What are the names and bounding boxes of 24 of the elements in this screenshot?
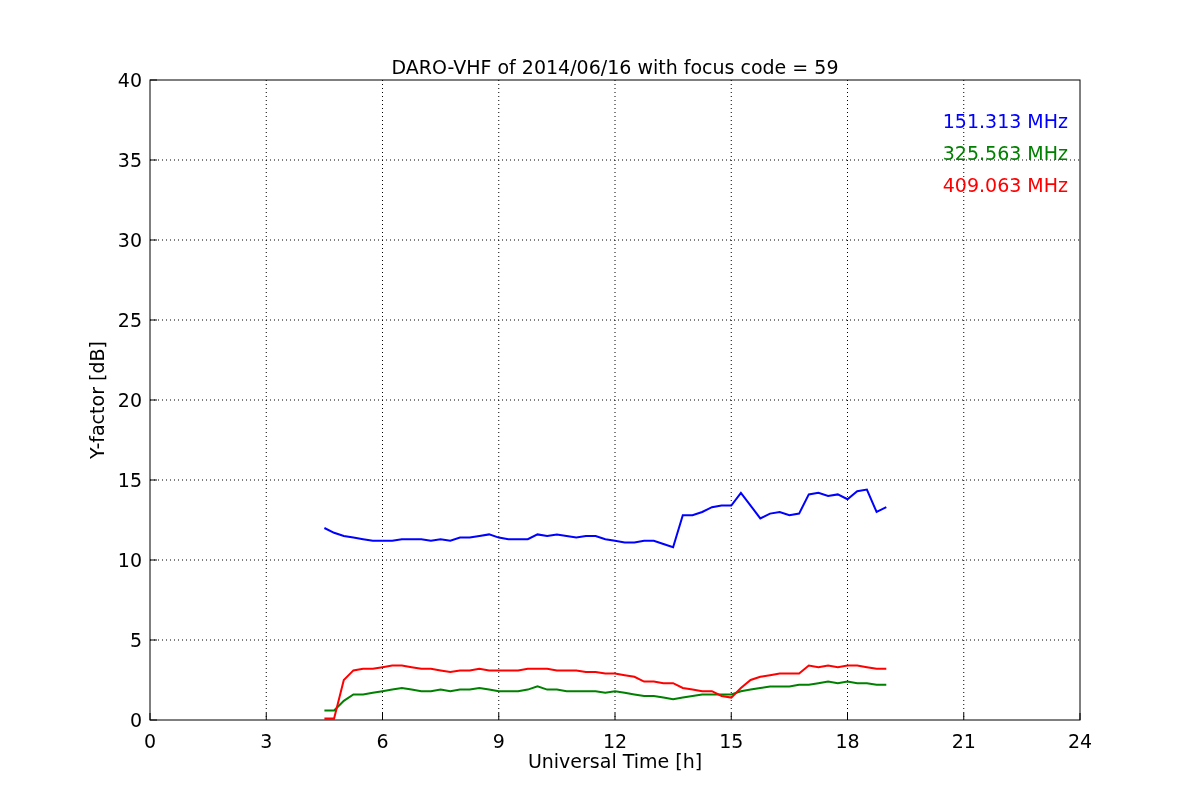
y-tick-label: 20 <box>117 389 142 411</box>
y-axis-label: Y-factor [dB] <box>86 341 108 459</box>
y-tick-label: 15 <box>117 469 142 491</box>
x-tick-label: 24 <box>1067 730 1093 752</box>
y-tick-label: 30 <box>117 229 142 251</box>
legend-label: 409.063 MHz <box>942 174 1068 196</box>
x-axis-label: Universal Time [h] <box>527 750 703 772</box>
x-tick-label: 6 <box>376 730 389 752</box>
x-tick-label: 3 <box>260 730 273 752</box>
x-tick-label: 18 <box>835 730 860 752</box>
y-tick-label: 40 <box>117 69 142 91</box>
x-tick-label: 0 <box>143 730 157 752</box>
x-tick-label: 15 <box>719 730 744 752</box>
y-tick-label: 35 <box>117 149 142 171</box>
y-tick-label: 5 <box>129 629 142 651</box>
y-tick-label: 0 <box>129 709 142 731</box>
legend-label: 151.313 MHz <box>942 110 1068 132</box>
x-tick-label: 12 <box>602 730 628 752</box>
y-tick-label: 25 <box>117 309 142 331</box>
legend-label: 325.563 MHz <box>942 142 1068 164</box>
x-tick-label: 9 <box>492 730 505 752</box>
y-tick-label: 10 <box>117 549 142 571</box>
x-tick-label: 21 <box>951 730 976 752</box>
chart-title: DARO-VHF of 2014/06/16 with focus code = 59 <box>391 56 839 78</box>
